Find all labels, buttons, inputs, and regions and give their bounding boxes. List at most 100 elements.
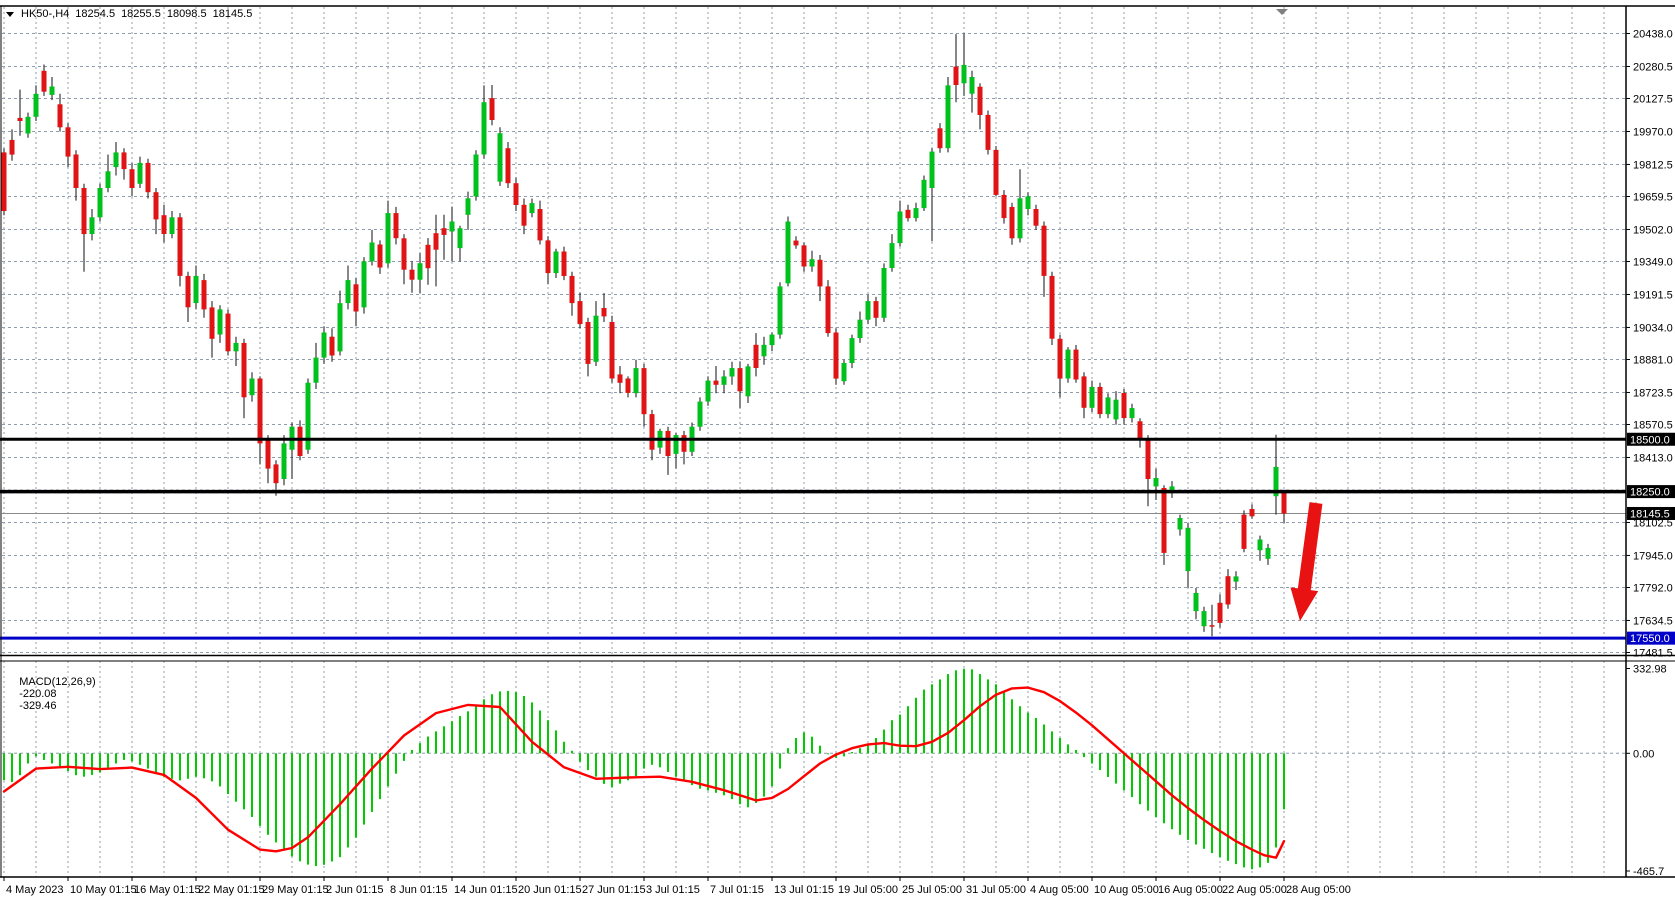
bear-candle <box>1282 491 1287 514</box>
bear-candle <box>754 345 759 368</box>
bull-candle <box>1194 593 1199 611</box>
bull-candle <box>450 222 455 232</box>
bull-candle <box>1178 518 1183 530</box>
bull-candle <box>698 402 703 427</box>
bull-candle <box>282 443 287 479</box>
time-tick-label: 2 Jun 01:15 <box>326 884 384 896</box>
bear-candle <box>522 205 527 226</box>
price-tick-label: 18723.5 <box>1633 387 1673 399</box>
time-tick-label: 10 May 01:15 <box>70 884 137 896</box>
bull-candle <box>810 259 815 266</box>
bull-candle <box>346 280 351 303</box>
bear-candle <box>1146 438 1151 479</box>
bull-candle <box>730 368 735 376</box>
bear-candle <box>986 115 991 150</box>
bear-candle <box>578 301 583 324</box>
bear-candle <box>834 333 839 379</box>
bear-candle <box>610 322 615 379</box>
price-chart-canvas[interactable]: 20438.020280.520127.519970.019812.519659… <box>0 0 1675 900</box>
bear-candle <box>10 140 15 155</box>
bull-candle <box>762 345 767 357</box>
bear-candle <box>626 379 631 393</box>
bear-candle <box>226 314 231 352</box>
bull-candle <box>322 333 327 358</box>
bear-candle <box>1042 226 1047 276</box>
time-tick-label: 22 May 01:15 <box>198 884 265 896</box>
price-tick-label: 20438.0 <box>1633 29 1673 41</box>
bull-candle <box>418 263 423 280</box>
price-tick-label: 19191.5 <box>1633 289 1673 301</box>
price-level-label: 18145.5 <box>1630 508 1670 520</box>
bull-candle <box>50 87 55 95</box>
bear-candle <box>410 270 415 280</box>
bear-candle <box>682 435 687 452</box>
mt4-chart-window: 20438.020280.520127.519970.019812.519659… <box>0 0 1675 900</box>
bear-candle <box>18 118 23 121</box>
bear-candle <box>570 276 575 303</box>
time-axis[interactable] <box>4 877 1284 881</box>
bear-candle <box>562 252 567 277</box>
bear-candle <box>954 67 959 85</box>
price-tick-label: 19349.0 <box>1633 257 1673 269</box>
bear-candle <box>1058 339 1063 379</box>
time-tick-label: 3 Jul 01:15 <box>646 884 700 896</box>
bear-candle <box>666 431 671 456</box>
bull-candle <box>234 343 239 351</box>
close-value: 18145.5 <box>213 8 253 20</box>
bear-candle <box>178 217 183 276</box>
bull-candle <box>530 203 535 213</box>
time-tick-label: 7 Jul 01:15 <box>710 884 764 896</box>
bear-candle <box>1162 488 1167 553</box>
sell-arrow-annotation[interactable] <box>1286 501 1330 623</box>
price-tick-label: 17634.5 <box>1633 615 1673 627</box>
bear-candle <box>642 368 647 414</box>
symbol-dropdown-icon[interactable] <box>6 12 14 17</box>
bull-candle <box>1266 548 1271 559</box>
time-tick-label: 4 Aug 05:00 <box>1030 884 1089 896</box>
bull-candle <box>170 217 175 234</box>
bear-candle <box>330 337 335 356</box>
bull-candle <box>1234 576 1239 581</box>
bear-candle <box>1074 350 1079 380</box>
bull-candle <box>1090 387 1095 408</box>
bear-candle <box>618 374 623 382</box>
bull-candle <box>866 301 871 320</box>
bull-candle <box>138 163 143 184</box>
bull-candle <box>314 358 319 383</box>
bull-candle <box>770 335 775 346</box>
bear-candle <box>802 245 807 266</box>
high-value: 18255.5 <box>121 8 161 20</box>
time-tick-label: 25 Jul 05:00 <box>902 884 962 896</box>
bull-candle <box>26 117 31 134</box>
bear-candle <box>274 464 279 483</box>
bull-candle <box>778 286 783 334</box>
time-tick-label: 31 Jul 05:00 <box>966 884 1026 896</box>
macd-axis-label: 0.00 <box>1633 748 1654 760</box>
bar-shift-marker-icon[interactable] <box>1276 9 1288 15</box>
bull-candle <box>1154 478 1159 486</box>
bull-candle <box>722 376 727 384</box>
bear-candle <box>514 183 519 205</box>
bear-candle <box>794 241 799 246</box>
price-tick-label: 18881.0 <box>1633 354 1673 366</box>
bear-candle <box>978 87 983 115</box>
bull-candle <box>90 217 95 234</box>
bull-candle <box>474 155 479 197</box>
bear-candle <box>162 215 167 234</box>
bear-candle <box>1226 576 1231 604</box>
bear-candle <box>258 379 263 444</box>
bull-candle <box>1114 400 1119 420</box>
price-level-label: 18250.0 <box>1630 487 1670 499</box>
bull-candle <box>458 228 463 248</box>
bear-candle <box>146 163 151 192</box>
symbol-period-label: HK50-,H4 <box>21 8 69 20</box>
price-level-label: 18500.0 <box>1630 434 1670 446</box>
bull-candle <box>634 368 639 393</box>
bull-candle <box>114 152 119 167</box>
bear-candle <box>1138 421 1143 438</box>
bull-candle <box>98 188 103 217</box>
bull-candle <box>362 261 367 307</box>
bear-candle <box>1122 393 1127 418</box>
bull-candle <box>218 309 223 334</box>
bull-candle <box>1202 611 1207 626</box>
